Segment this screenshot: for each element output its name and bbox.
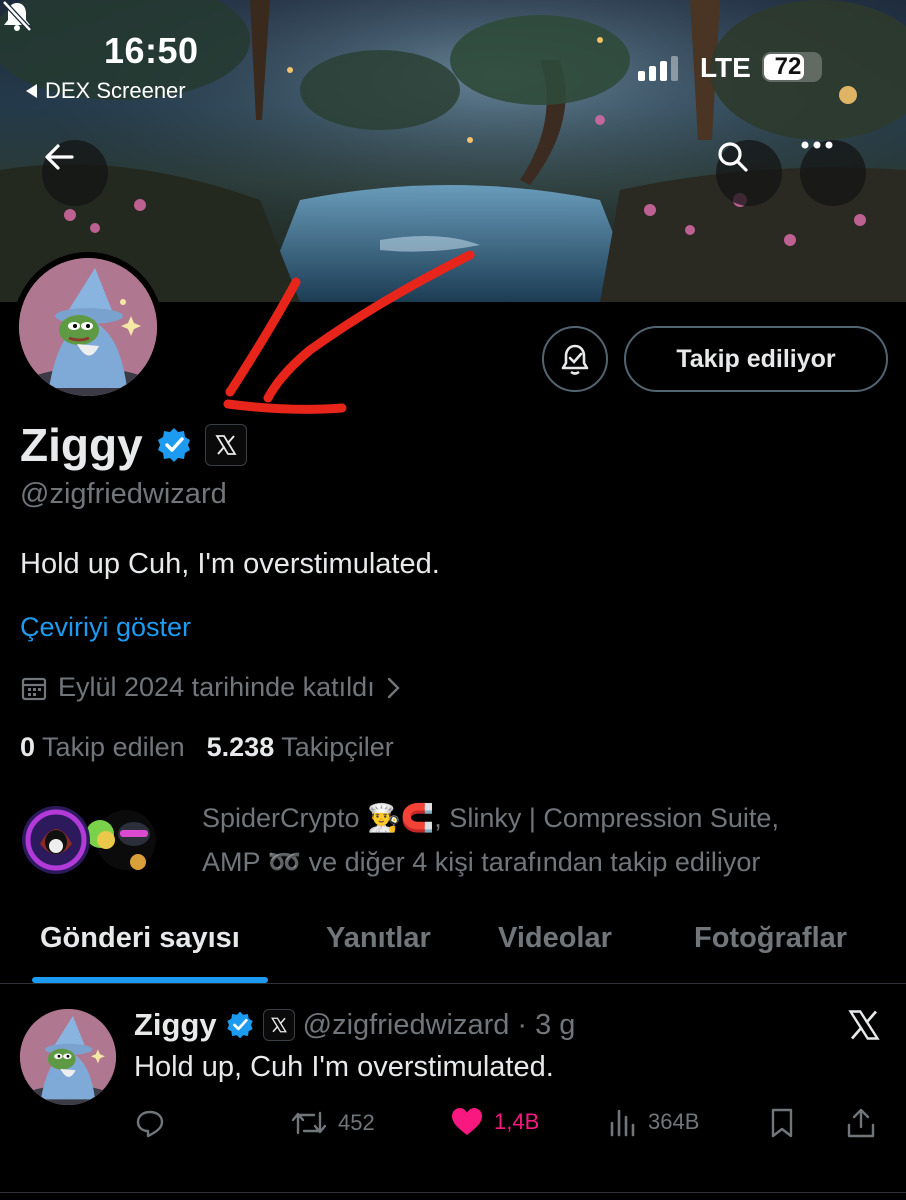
analytics-icon — [610, 1109, 635, 1137]
network-type: LTE — [700, 52, 751, 83]
battery-percent: 72 — [774, 53, 802, 80]
repost-button[interactable]: 452 — [290, 1107, 375, 1139]
silent-mode-icon — [2, 0, 32, 32]
followed-by-text: SpiderCrypto 👨‍🍳🧲, Slinky | Compression … — [202, 796, 882, 884]
bookmark-icon — [771, 1108, 793, 1138]
more-options-button[interactable] — [800, 140, 866, 206]
profile-bio: Hold up Cuh, I'm overstimulated. — [20, 548, 440, 580]
like-count: 1,4B — [494, 1109, 540, 1134]
post[interactable]: Ziggy @zigfriedwizard · 3 g Hold up, Cuh… — [0, 985, 906, 1200]
repost-count: 452 — [338, 1110, 375, 1135]
post-actions: 452 1,4B 364B — [134, 1107, 884, 1147]
share-icon — [847, 1108, 875, 1138]
reply-button[interactable] — [134, 1107, 166, 1139]
followers-stat[interactable]: 5.238 Takipçiler — [207, 732, 394, 763]
tab-photos[interactable]: Fotoğraflar — [694, 922, 847, 955]
avatar-image — [19, 258, 157, 396]
bell-check-icon — [561, 344, 589, 375]
more-icon — [801, 141, 833, 149]
active-tab-indicator — [32, 977, 268, 983]
followers-count: 5.238 — [206, 732, 275, 762]
following-button[interactable]: Takip ediliyor — [624, 326, 888, 392]
cellular-signal-icon — [638, 56, 678, 81]
status-time: 16:50 — [104, 30, 199, 71]
post-separator: · — [517, 1008, 528, 1041]
follow-stats: 0 Takip edilen 5.238 Takipçiler — [20, 732, 394, 763]
tab-videos[interactable]: Videolar — [498, 922, 612, 955]
like-button[interactable]: 1,4B — [450, 1107, 539, 1137]
verified-badge-icon — [227, 1011, 253, 1039]
joined-date-text: Eylül 2024 tarihinde katıldı — [58, 672, 375, 702]
following-count: 0 — [20, 732, 36, 762]
battery-icon: 72 — [762, 52, 822, 82]
search-icon — [718, 142, 748, 172]
followers-label: Takipçiler — [281, 732, 394, 762]
post-age: 3 g — [535, 1008, 576, 1041]
wizard-frog-avatar — [20, 1009, 116, 1105]
profile-banner[interactable]: 16:50 DEX Screener LTE 72 — [0, 0, 906, 302]
followed-by-line-2: AMP ➿ ve diğer 4 kişi tarafından takip e… — [202, 847, 761, 877]
x-logo-icon — [215, 435, 237, 455]
calendar-icon — [21, 677, 47, 700]
following-label: Takip edilen — [42, 732, 185, 762]
profile-avatar[interactable] — [13, 252, 163, 402]
display-name: Ziggy — [20, 419, 143, 471]
x-affiliate-badge — [262, 1009, 295, 1041]
post-author-handle: @zigfriedwizard — [302, 1008, 510, 1041]
wizard-frog-avatar — [19, 258, 157, 396]
back-triangle-icon — [26, 84, 37, 98]
reply-icon — [136, 1110, 164, 1138]
post-text: Hold up, Cuh I'm overstimulated. — [134, 1051, 554, 1083]
show-translation-link[interactable]: Çeviriyi göster — [20, 612, 191, 643]
search-button[interactable] — [716, 140, 782, 206]
arrow-left-icon — [45, 144, 74, 170]
repost-icon — [291, 1111, 327, 1135]
post-header: Ziggy @zigfriedwizard · 3 g — [134, 1007, 575, 1043]
back-to-app[interactable]: DEX Screener — [26, 78, 186, 104]
tab-replies[interactable]: Yanıtlar — [326, 922, 431, 955]
followed-by-line-1: SpiderCrypto 👨‍🍳🧲, Slinky | Compression … — [202, 803, 779, 833]
followed-by-section[interactable]: SpiderCrypto 👨‍🍳🧲, Slinky | Compression … — [20, 796, 880, 886]
heart-filled-icon — [452, 1108, 482, 1135]
views-button[interactable]: 364B — [608, 1107, 699, 1137]
post-divider — [0, 1192, 906, 1193]
share-button[interactable] — [846, 1107, 876, 1139]
post-avatar[interactable] — [20, 1009, 116, 1105]
x-logo-icon — [848, 1010, 880, 1040]
x-affiliate-badge[interactable] — [204, 424, 247, 466]
verified-badge-icon[interactable] — [155, 426, 193, 464]
post-author-name[interactable]: Ziggy — [134, 1007, 217, 1043]
back-app-label: DEX Screener — [45, 78, 186, 103]
x-logo-icon — [270, 1017, 287, 1033]
profile-tabs: Gönderi sayısı Yanıtlar Videolar Fotoğra… — [0, 910, 906, 984]
views-count: 364B — [648, 1109, 700, 1134]
tab-posts[interactable]: Gönderi sayısı — [40, 922, 240, 955]
mutual-follower-avatars — [22, 806, 156, 874]
joined-date[interactable]: Eylül 2024 tarihinde katıldı — [20, 672, 401, 703]
chevron-right-icon — [387, 677, 400, 698]
profile-handle: @zigfriedwizard — [20, 478, 227, 510]
bookmark-button[interactable] — [768, 1107, 796, 1139]
notifications-button[interactable] — [542, 326, 608, 392]
name-row: Ziggy — [20, 418, 247, 472]
back-button[interactable] — [42, 140, 108, 206]
following-stat[interactable]: 0 Takip edilen — [20, 732, 185, 763]
